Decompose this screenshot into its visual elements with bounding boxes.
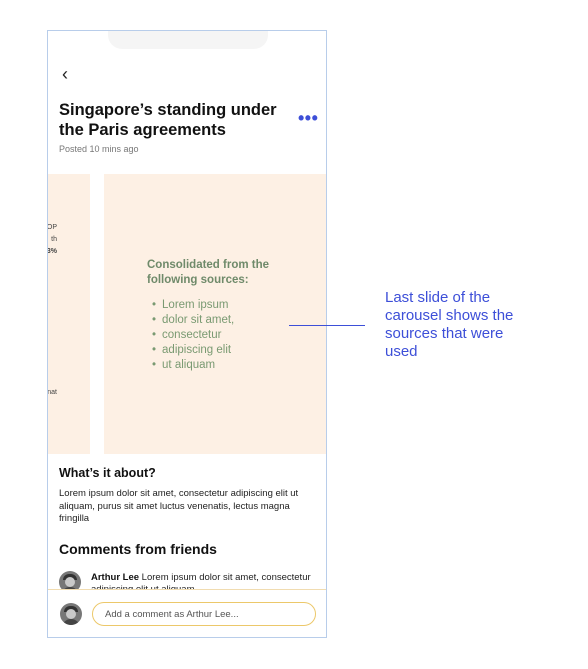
source-item: dolor sit amet, — [152, 313, 234, 328]
page-title: Singapore’s standing under the Paris agr… — [59, 101, 277, 139]
phone-frame: ‹ Singapore’s standing under the Paris a… — [47, 30, 327, 638]
chevron-left-icon[interactable]: ‹ — [62, 65, 68, 83]
carousel-sources-slide[interactable]: Consolidated from the following sources:… — [104, 174, 326, 454]
annotation-connector-line — [289, 325, 365, 326]
previous-slide-text: OP — [48, 224, 57, 231]
comments-heading: Comments from friends — [59, 541, 217, 557]
more-options-icon[interactable]: ••• — [298, 109, 318, 127]
comment-composer — [48, 589, 326, 637]
about-text: Lorem ipsum dolor sit amet, consectetur … — [59, 488, 299, 524]
source-item: Lorem ipsum — [152, 298, 234, 313]
comment-input[interactable] — [92, 602, 316, 626]
sources-heading: Consolidated from the following sources: — [147, 259, 270, 286]
status-bar-notch — [108, 31, 268, 49]
carousel-previous-slide[interactable]: OP th 3% nat — [48, 174, 90, 454]
source-item: adipiscing elit — [152, 343, 234, 358]
posted-timestamp: Posted 10 mins ago — [59, 144, 139, 154]
source-item: consectetur — [152, 328, 234, 343]
source-item: ut aliquam — [152, 358, 234, 373]
avatar — [60, 603, 82, 625]
sources-list: Lorem ipsum dolor sit amet, consectetur … — [152, 298, 234, 373]
comment-author[interactable]: Arthur Lee — [91, 572, 139, 583]
previous-slide-text: 3% — [48, 248, 57, 255]
annotation-note: Last slide of the carousel shows the sou… — [385, 289, 514, 360]
previous-slide-text: th — [51, 236, 57, 243]
previous-slide-text: nat — [48, 389, 57, 396]
about-heading: What’s it about? — [59, 466, 156, 480]
